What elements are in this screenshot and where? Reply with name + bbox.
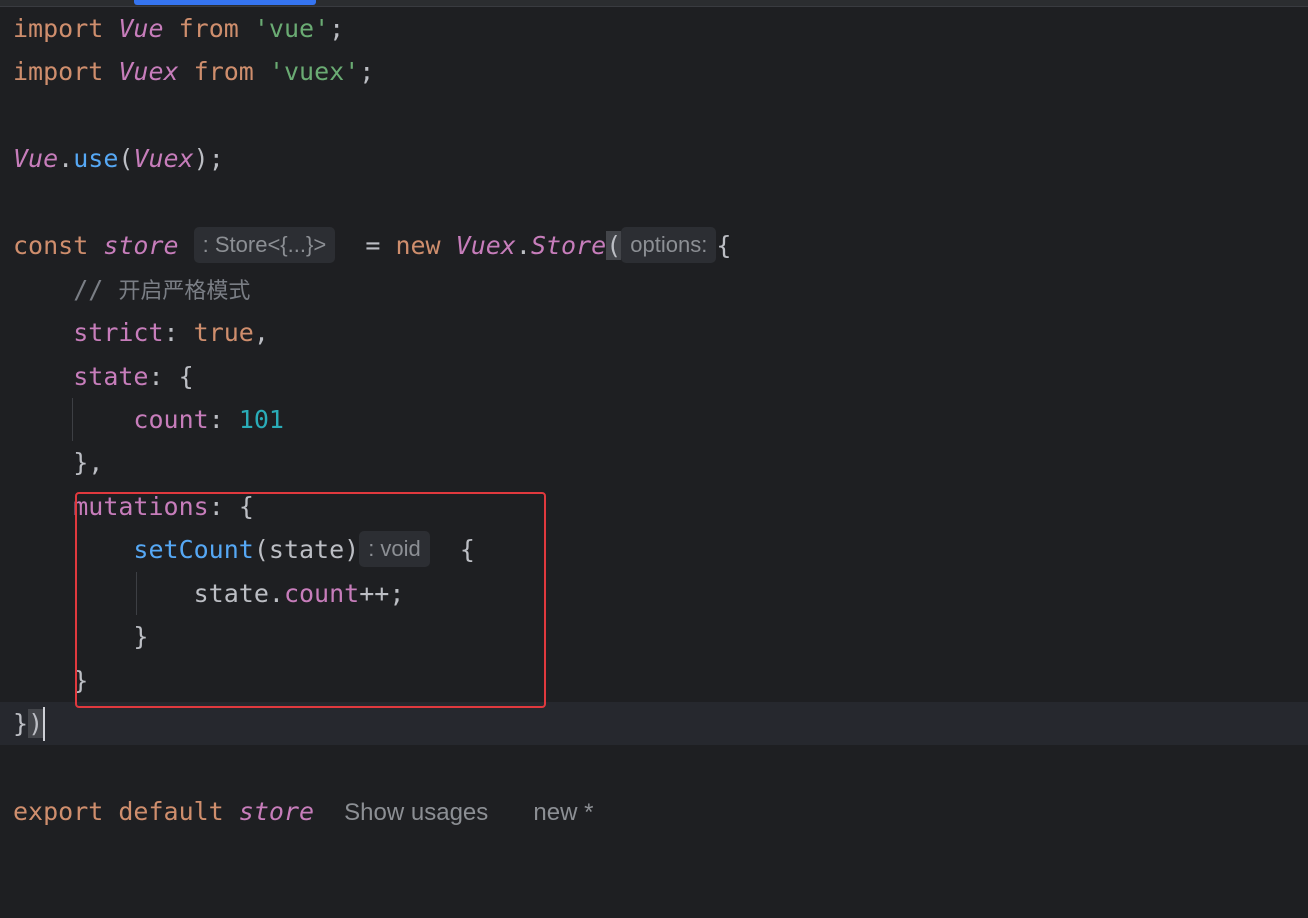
punctuation: : [208,405,224,434]
punctuation: { [178,362,194,391]
property-key: count [133,405,209,434]
punctuation: } [13,709,29,738]
code-line-7[interactable]: // 开启严格模式 [0,268,1308,311]
punctuation: ( [118,144,134,173]
code-line-11[interactable]: }, [0,441,1308,484]
show-usages-link[interactable]: Show usages [344,799,488,826]
operator: = [365,231,381,260]
matched-paren: ( [606,231,622,260]
identifier: Vuex [133,144,194,173]
property-key: state [73,362,149,391]
property-key: strict [73,318,164,347]
matched-paren: ) [28,709,44,738]
punctuation: : [163,318,179,347]
variable-name: store [238,797,315,826]
boolean-literal: true [193,318,254,347]
code-line-1[interactable]: import Vue from 'vue'; [0,7,1308,50]
punctuation: ); [193,144,224,173]
keyword: from [178,14,239,43]
identifier: Vuex [455,231,516,260]
keyword: import [13,14,104,43]
string-literal: 'vuex' [268,57,360,86]
keyword: new [395,231,441,260]
code-line-8[interactable]: strict: true, [0,311,1308,354]
active-tab-indicator[interactable] [134,0,316,5]
punctuation: { [716,231,732,260]
identifier: Vuex [118,57,179,86]
keyword: from [193,57,254,86]
author-codelens[interactable]: new * [533,799,593,826]
punctuation: . [515,231,531,260]
type-inlay-hint[interactable]: : Store<{...}> [193,227,336,263]
editor-tab-bar [0,0,1308,7]
indent-guide [72,398,73,441]
code-line-2[interactable]: import Vuex from 'vuex'; [0,50,1308,93]
string-literal: 'vue' [253,14,330,43]
parameter-inlay-hint[interactable]: options: [621,227,717,263]
punctuation: . [58,144,74,173]
highlight-box [75,492,546,708]
code-line-19[interactable]: export default store Show usages new * [0,790,1308,833]
comment: // [73,275,104,304]
identifier: Store [530,231,607,260]
code-line-6[interactable]: const store : Store<{...}> = new Vuex.St… [0,224,1308,267]
punctuation: ; [329,14,345,43]
number-literal: 101 [238,405,284,434]
variable-name: store [103,231,179,260]
code-line-4[interactable]: Vue.use(Vuex); [0,137,1308,180]
comment-text: 开启严格模式 [118,279,251,304]
punctuation: }, [73,448,104,477]
punctuation: : [148,362,164,391]
code-line-10[interactable]: count: 101 [0,398,1308,441]
keyword: import [13,57,104,86]
punctuation: , [253,318,269,347]
punctuation: ; [359,57,375,86]
text-caret [43,707,45,741]
keyword: const [13,231,89,260]
code-line-17[interactable]: }) [0,702,1308,745]
keyword: default [118,797,224,826]
identifier: Vue [118,14,164,43]
keyword: export [13,797,104,826]
code-line-9[interactable]: state: { [0,355,1308,398]
method-name: use [73,144,119,173]
identifier: Vue [13,144,59,173]
